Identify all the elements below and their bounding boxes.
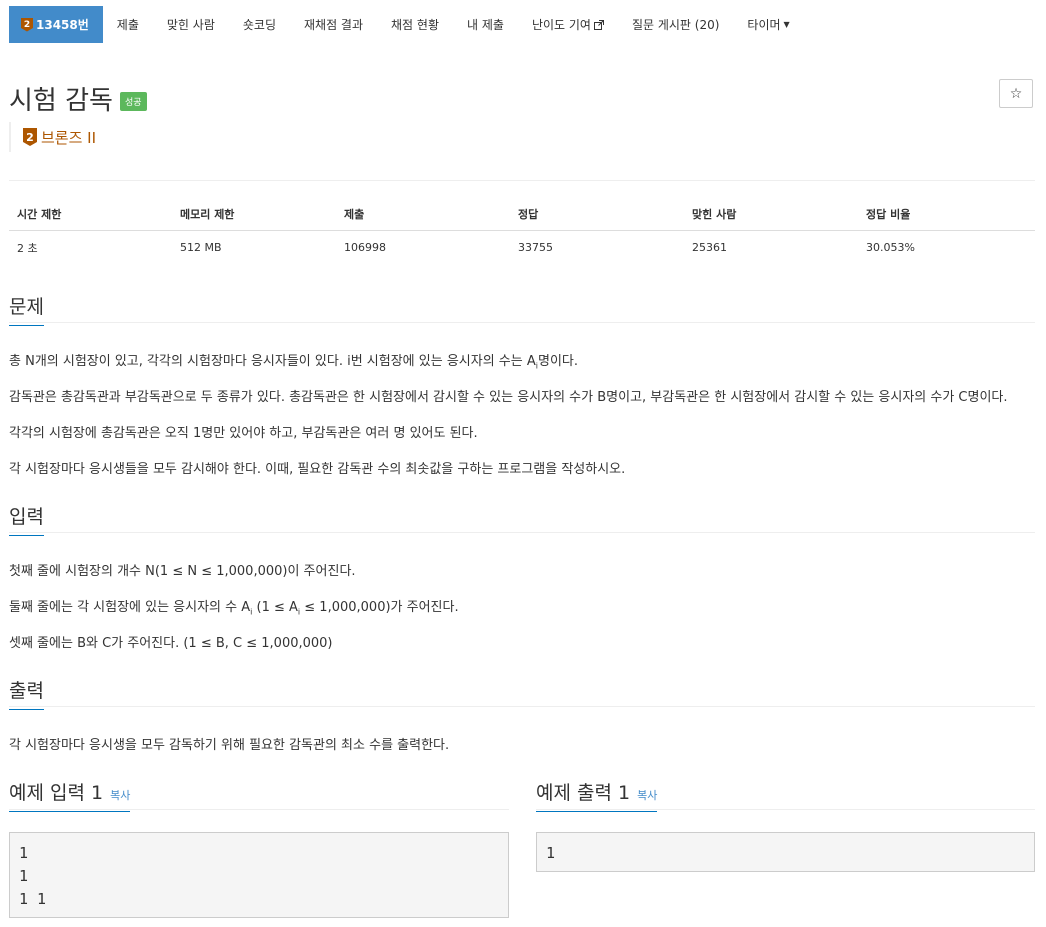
tier-row: 2 브론즈 II: [9, 122, 96, 152]
description-paragraph: 감독관은 총감독관과 부감독관으로 두 종류가 있다. 총감독관은 한 시험장에…: [9, 390, 1008, 405]
info-header: 제출: [336, 197, 510, 231]
sample-input-box[interactable]: 1 1 1 1: [9, 832, 509, 918]
info-header: 시간 제한: [9, 197, 172, 231]
section-divider: [9, 532, 1035, 533]
description-p1-tail: 명이다.: [537, 354, 578, 369]
nav-timer-label: 타이머: [747, 18, 781, 32]
sample-output-title: 예제 출력 1: [536, 782, 631, 804]
nav-shortcoding[interactable]: 숏코딩: [229, 6, 290, 43]
input-p2-text: 둘째 줄에는 각 시험장에 있는 응시자의 수 A: [9, 600, 251, 615]
copy-sample-input-button[interactable]: 복사: [110, 789, 130, 802]
star-icon: ☆: [1009, 85, 1023, 102]
caret-down-icon: ▼: [783, 20, 790, 29]
accept-ratio-value: 30.053%: [866, 241, 915, 254]
nav-difficulty-contrib[interactable]: 난이도 기여: [518, 6, 618, 43]
problem-title: 시험 감독: [9, 86, 113, 116]
submissions-value: 106998: [344, 241, 386, 254]
nav-solved-users[interactable]: 맞힌 사람: [153, 6, 229, 43]
memory-limit-value: 512 MB: [180, 241, 222, 254]
accepted-value: 33755: [518, 241, 553, 254]
info-header: 맞힌 사람: [684, 197, 858, 231]
problem-title-row: 시험 감독 성공: [9, 80, 147, 117]
nav-submit[interactable]: 제출: [103, 6, 153, 43]
sample-output-heading: 예제 출력 1 복사: [536, 778, 658, 812]
description-p1-text: 총 N개의 시험장이 있고, 각각의 시험장마다 응시자들이 있다. i번 시험…: [9, 354, 536, 369]
result-badge: 성공: [119, 92, 147, 111]
nav-rejudge[interactable]: 재채점 결과: [290, 6, 377, 43]
info-value-row: 2 초 512 MB 106998 33755 25361 30.053%: [9, 231, 1035, 265]
sample-input-heading: 예제 입력 1 복사: [9, 778, 131, 812]
input-heading: 입력: [9, 502, 44, 536]
info-header: 메모리 제한: [172, 197, 336, 231]
favorite-star-button[interactable]: ☆: [999, 79, 1033, 108]
description-paragraph: 총 N개의 시험장이 있고, 각각의 시험장마다 응시자들이 있다. i번 시험…: [9, 350, 578, 371]
bronze-tier-icon: 2: [21, 17, 33, 32]
description-paragraph: 각각의 시험장에 총감독관은 오직 1명만 있어야 하고, 부감독관은 여러 명…: [9, 426, 478, 441]
sample-output-box[interactable]: 1: [536, 832, 1035, 872]
nav-my-submissions[interactable]: 내 제출: [453, 6, 518, 43]
nav-board[interactable]: 질문 게시판 (20): [618, 6, 733, 43]
nav-difficulty-contrib-label: 난이도 기여: [531, 18, 591, 32]
problem-info-table: 시간 제한 메모리 제한 제출 정답 맞힌 사람 정답 비율 2 초 512 M…: [9, 197, 1035, 264]
input-paragraph: 셋째 줄에는 B와 C가 주어진다. (1 ≤ B, C ≤ 1,000,000…: [9, 636, 333, 651]
section-divider: [9, 322, 1035, 323]
info-header-row: 시간 제한 메모리 제한 제출 정답 맞힌 사람 정답 비율: [9, 197, 1035, 231]
copy-sample-output-button[interactable]: 복사: [637, 789, 657, 802]
time-limit-value: 2 초: [17, 241, 38, 255]
output-heading: 출력: [9, 676, 44, 710]
nav-timer[interactable]: 타이머 ▼: [733, 6, 803, 43]
sample-input-title: 예제 입력 1: [9, 782, 104, 804]
info-header: 정답: [510, 197, 684, 231]
description-paragraph: 각 시험장마다 응시생들을 모두 감시해야 한다. 이때, 필요한 감독관 수의…: [9, 462, 626, 477]
tier-label[interactable]: 브론즈 II: [41, 127, 96, 148]
divider: [9, 180, 1035, 181]
input-p2-tail: ≤ 1,000,000)가 주어진다.: [300, 600, 459, 615]
problem-menu: 2 13458번 제출 맞힌 사람 숏코딩 재채점 결과 채점 현황 내 제출 …: [9, 6, 804, 43]
bronze-tier-icon: 2: [23, 128, 37, 146]
solved-users-value: 25361: [692, 241, 727, 254]
nav-problem-number-label: 13458번: [36, 18, 89, 32]
nav-problem-number[interactable]: 2 13458번: [9, 6, 103, 43]
section-divider: [9, 706, 1035, 707]
info-header: 정답 비율: [858, 197, 1035, 231]
output-paragraph: 각 시험장마다 응시생을 모두 감독하기 위해 필요한 감독관의 최소 수를 출…: [9, 738, 450, 753]
external-link-icon: [593, 19, 604, 30]
input-paragraph: 둘째 줄에는 각 시험장에 있는 응시자의 수 Ai (1 ≤ Ai ≤ 1,0…: [9, 596, 459, 617]
nav-status[interactable]: 채점 현황: [377, 6, 453, 43]
input-p2-mid: (1 ≤ A: [252, 600, 298, 615]
input-paragraph: 첫째 줄에 시험장의 개수 N(1 ≤ N ≤ 1,000,000)이 주어진다…: [9, 564, 356, 579]
description-heading: 문제: [9, 292, 44, 326]
